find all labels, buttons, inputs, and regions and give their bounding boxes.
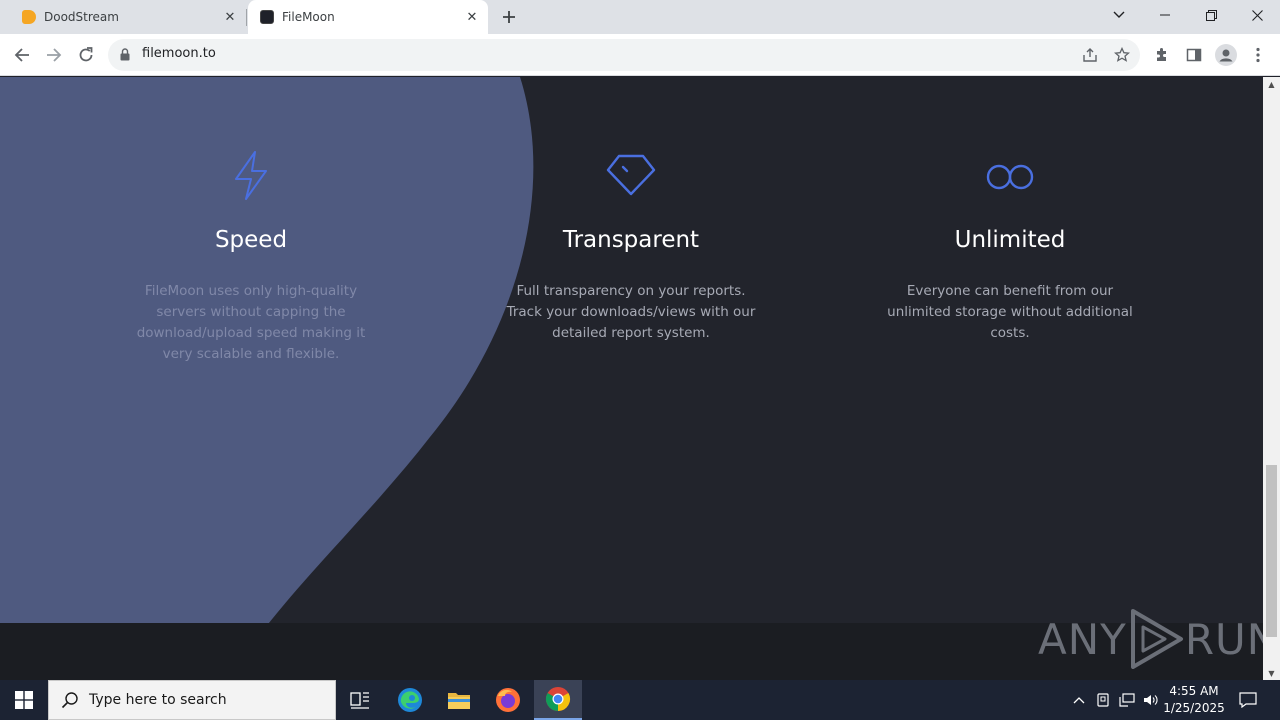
taskbar-clock[interactable]: 4:55 AM 1/25/2025: [1160, 683, 1228, 717]
chevron-up-icon: [1073, 697, 1085, 704]
puzzle-icon: [1157, 48, 1166, 61]
start-button[interactable]: [0, 680, 48, 720]
back-button[interactable]: [8, 41, 36, 69]
chevron-down-icon: [1113, 11, 1125, 18]
chrome-icon: [545, 687, 571, 711]
clock-time: 4:55 AM: [1169, 684, 1219, 698]
folder-icon: [448, 693, 470, 709]
feature-title: Transparent: [562, 227, 700, 253]
avatar-icon: [1215, 44, 1237, 66]
reload-button[interactable]: [72, 41, 100, 69]
edge-taskbar-button[interactable]: [386, 680, 434, 720]
web-page: Speed FileMoon uses only high-quality se…: [0, 77, 1263, 680]
firefox-taskbar-button[interactable]: [484, 680, 532, 720]
speaker-icon: [1144, 695, 1158, 705]
notification-icon: [1239, 692, 1257, 708]
device-icon: [1097, 693, 1109, 707]
task-view-icon: [350, 692, 369, 709]
chrome-taskbar-button[interactable]: [534, 680, 582, 720]
tab-strip: DoodStream ✕ FileMoon ✕: [0, 0, 1280, 34]
arrow-right-icon: [47, 48, 62, 62]
clock-date: 1/25/2025: [1163, 701, 1225, 715]
diamond-icon: [606, 154, 656, 196]
share-icon[interactable]: [1080, 45, 1100, 65]
show-hidden-icons-button[interactable]: [1068, 680, 1090, 720]
network-icon: [1119, 693, 1135, 707]
forward-button[interactable]: [40, 41, 68, 69]
firefox-icon: [496, 688, 520, 712]
file-explorer-taskbar-button[interactable]: [435, 680, 483, 720]
windows-logo-icon: [15, 691, 33, 709]
tab-close-icon[interactable]: ✕: [464, 9, 480, 25]
edge-browser-icon: [398, 688, 422, 712]
tab-title: DoodStream: [44, 10, 119, 24]
meet-now-tray-button[interactable]: [1092, 680, 1114, 720]
tab-divider: [246, 9, 247, 26]
profile-button[interactable]: [1213, 42, 1239, 68]
url-text[interactable]: filemoon.to: [142, 46, 216, 61]
new-tab-button[interactable]: [497, 5, 521, 29]
close-icon: [1251, 9, 1263, 21]
watermark-text-left: ANY: [1038, 614, 1127, 664]
watermark-text-right: RUN: [1184, 614, 1263, 664]
bookmark-star-icon[interactable]: [1112, 45, 1132, 65]
feature-title: Speed: [214, 227, 288, 253]
feature-title: Unlimited: [954, 227, 1066, 253]
windows-taskbar: Type here to search 4:55 AM 1/25/2025: [0, 680, 1280, 720]
doodstream-favicon-icon: [22, 10, 36, 24]
address-bar[interactable]: filemoon.to: [108, 39, 1140, 71]
feature-description: FileMoon uses only high-quality servers …: [136, 283, 366, 362]
tab-close-icon[interactable]: ✕: [222, 9, 238, 25]
restore-button[interactable]: [1188, 0, 1234, 30]
restore-icon: [1205, 9, 1217, 21]
arrow-left-icon: [14, 48, 29, 62]
network-tray-button[interactable]: [1115, 680, 1139, 720]
search-placeholder: Type here to search: [89, 692, 227, 708]
vertical-scrollbar[interactable]: ▲ ▼: [1263, 77, 1280, 680]
tab-doodstream[interactable]: DoodStream ✕: [0, 0, 246, 34]
tab-search-button[interactable]: [1096, 0, 1142, 30]
tab-title: FileMoon: [282, 10, 335, 24]
side-panel-button[interactable]: [1181, 42, 1207, 68]
play-logo-icon: [1130, 609, 1183, 669]
scroll-down-arrow-icon[interactable]: ▼: [1263, 666, 1280, 680]
taskbar-search-box[interactable]: Type here to search: [48, 680, 336, 720]
extensions-button[interactable]: [1149, 42, 1175, 68]
menu-button[interactable]: [1245, 42, 1271, 68]
feature-description: Everyone can benefit from our unlimited …: [887, 283, 1133, 341]
lock-icon: [120, 48, 130, 61]
side-panel-icon: [1186, 48, 1202, 62]
search-icon: [61, 692, 78, 709]
task-view-button[interactable]: [336, 680, 384, 720]
feature-description: Full transparency on your reports. Track…: [506, 283, 756, 341]
kebab-menu-icon: [1256, 47, 1260, 63]
tab-filemoon[interactable]: FileMoon ✕: [248, 0, 488, 34]
scrollbar-thumb[interactable]: [1266, 465, 1277, 637]
minimize-button[interactable]: [1142, 0, 1188, 30]
scroll-up-arrow-icon[interactable]: ▲: [1263, 77, 1280, 91]
browser-toolbar: filemoon.to: [0, 34, 1280, 76]
close-window-button[interactable]: [1234, 0, 1280, 30]
plus-icon: [503, 11, 515, 23]
minimize-icon: [1160, 14, 1170, 16]
reload-icon: [79, 47, 93, 62]
volume-tray-button[interactable]: [1140, 680, 1162, 720]
notifications-button[interactable]: [1234, 680, 1262, 720]
lightning-icon: [235, 151, 267, 200]
filemoon-favicon-icon: [260, 10, 274, 24]
infinity-icon: [986, 164, 1034, 190]
anyrun-watermark: ANY RUN: [1038, 609, 1263, 669]
